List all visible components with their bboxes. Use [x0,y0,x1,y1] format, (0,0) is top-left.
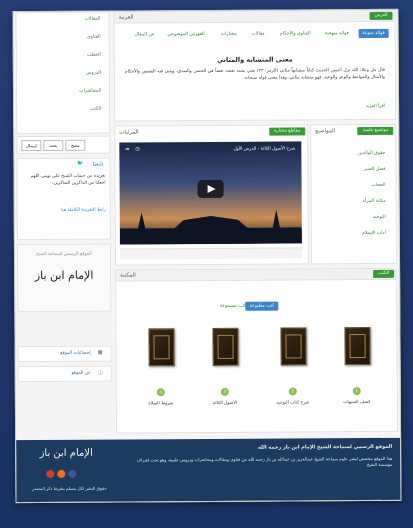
topics-panel: مواضيع علمية المواضيع حقوق الوالدين فضل … [310,123,398,265]
logo-box: الموقع الرسمي لسماحة الشيخ الإمام ابن با… [16,243,112,313]
book-cover[interactable] [148,328,175,367]
sidebar-buttons: إرسال بحث مسح [16,135,111,155]
books-panel: الكتب المكتبة كتب مطبوعة كتب مسموعة 1 2 … [115,267,399,434]
videos-button[interactable]: مقاطع مختارة [269,127,306,136]
book-title[interactable]: شرح كتاب التوحيد [269,399,317,406]
tab-6[interactable]: عن المقال [135,32,155,37]
footer-title: الموقع الرسمي لسماحة الشيخ الإمام ابن با… [257,443,393,451]
tab-0[interactable]: فوائد منوعة [358,28,389,39]
logo: الإمام ابن باز [34,268,94,283]
book-title[interactable]: الأصول الثلاثة [201,400,249,407]
footer-copyright: حقوق النشر لكل مسلم بشرط ذكر المصدر [32,485,107,492]
tab-3[interactable]: مقالات [251,32,264,37]
video-title: شرح الأصول الثلاثة - الدرس الأول [233,146,296,152]
book-cover[interactable] [212,327,239,366]
play-button[interactable] [197,179,224,199]
site-footer: الموقع الرسمي لسماحة الشيخ الإمام ابن با… [16,437,401,503]
logo-caption: الموقع الرسمي لسماحة الشيخ [36,251,92,258]
books-tab-printed[interactable]: كتب مطبوعة [245,301,279,311]
twitter-label: تابعنا [92,161,104,168]
topic-item[interactable]: فضل الصبر [364,167,386,172]
topic-item[interactable]: آداب الإسلام [362,231,386,236]
sidebar-menu: المقالات الفتاوى الخطب الدروس المحاضرات … [15,11,111,135]
about-link[interactable]: عن الموقع ⓘ [17,365,112,383]
book-number: 1 [352,387,361,396]
stats-label: إحصائيات الموقع [60,350,91,356]
clock-icon[interactable]: ◷ [135,146,139,152]
lesson-title: معنى المتشابه والمثاني [216,55,293,64]
books-label: المكتبة [120,272,136,279]
send-button[interactable]: إرسال [21,140,42,152]
book-title[interactable]: كشف الشبهات [333,399,381,406]
lesson-panel: الدرس العربية فوائد منوعة فوائد منهجية ا… [113,9,397,122]
books-badge: الكتب [373,269,395,278]
topic-item[interactable]: التوحيد [373,215,386,220]
background: المقالات الفتاوى الخطب الدروس المحاضرات … [0,0,413,528]
sidebar-item[interactable]: الدروس [86,71,101,76]
read-more-link[interactable]: اقرأ المزيد [366,103,385,110]
topic-item[interactable]: حقوق الوالدين [358,151,386,156]
tweet-link[interactable]: رابط التغريدة الكاملة هنا [24,207,106,215]
stats-link[interactable]: إحصائيات الموقع ▦ [17,345,112,363]
sidebar-item[interactable]: الكتب [90,107,101,112]
book-cover[interactable] [344,327,371,366]
topics-label: المواضيع [315,128,336,135]
soundcloud-icon[interactable] [57,469,66,478]
lesson-body: قال جل وعلا: الله نزل أحسن الحديث كتاباً… [124,67,385,81]
tweet-text: تغريدة من حساب الشيخ على تويتر، اللهم اج… [30,173,106,186]
youtube-icon[interactable] [46,469,55,478]
book-title[interactable]: شروط الصلاة [137,400,185,407]
share-icon[interactable]: ➦ [125,146,129,152]
book-number: 2 [288,387,297,396]
sidebar-item[interactable]: المقالات [85,17,101,22]
video-controls [119,247,303,260]
info-icon: ⓘ [97,370,103,377]
lang-tag: العربية [118,14,134,21]
tab-2[interactable]: الفتاوى والأحكام [280,31,311,36]
play-icon [207,184,216,193]
sidebar-item[interactable]: الفتاوى [87,35,101,40]
tab-4[interactable]: مختارات [221,32,237,37]
book-number: 4 [156,388,165,397]
sidebar-item[interactable]: المحاضرات [79,89,101,94]
book-cover[interactable] [280,327,307,366]
about-label: عن الموقع [71,370,91,376]
topic-item[interactable]: الحجاب [371,183,385,188]
videos-panel: مقاطع مختارة المرئيات شرح الأصول الثلاثة… [114,124,310,266]
twitter-icon: 🐦 [77,160,84,167]
book-number: 3 [220,387,229,396]
footer-body: هذا الموقع مخصص لنشر علوم سماحة الشيخ عب… [136,455,393,468]
search-button[interactable]: بحث [43,139,64,151]
facebook-icon[interactable] [68,469,77,478]
books-tab-audio[interactable]: كتب مسموعة [220,304,246,309]
webpage-screenshot: المقالات الفتاوى الخطب الدروس المحاضرات … [12,8,402,504]
tab-1[interactable]: فوائد منهجية [325,31,349,36]
footer-logo: الإمام ابن باز [39,447,93,460]
sidebar-item[interactable]: الخطب [87,53,101,58]
twitter-widget: تابعنا 🐦 تغريدة من حساب الشيخ على تويتر،… [16,157,111,241]
videos-label: المرئيات [119,129,139,136]
topic-item[interactable]: مكانة المرأة [362,199,385,204]
topics-button[interactable]: مواضيع علمية [357,126,394,136]
tab-5[interactable]: الفهرس الموضوعي [167,32,204,37]
lesson-badge: الدرس [369,11,393,21]
clear-button[interactable]: مسح [65,139,86,151]
video-player[interactable]: شرح الأصول الثلاثة - الدرس الأول ➦ ◷ [119,141,302,245]
mosque-silhouette [120,203,302,244]
chart-icon: ▦ [97,349,103,356]
